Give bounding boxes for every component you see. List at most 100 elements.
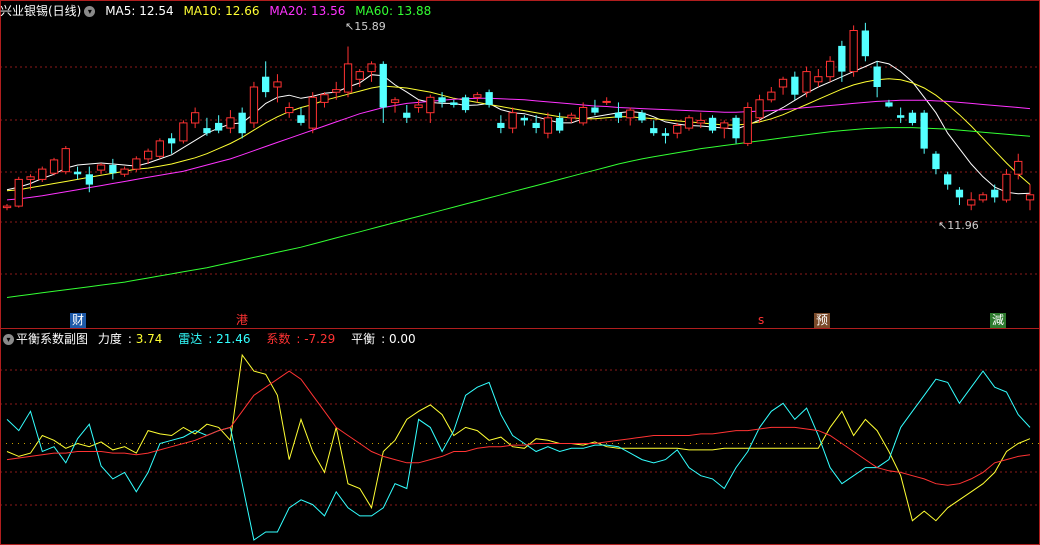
settings-dropdown-icon[interactable]: ▾ [84,6,96,17]
candle [955,187,964,206]
candle-body [414,104,423,109]
candlesticks[interactable] [2,22,1035,211]
chart-canvas[interactable] [0,0,1040,545]
candle [203,117,211,136]
candle [450,99,458,108]
candle [249,81,259,129]
candle [897,107,905,123]
candle [132,156,141,172]
candle-body [579,107,588,124]
candle-body [802,71,811,93]
candle [650,120,658,136]
event-marker-yu[interactable]: 预 [814,313,831,328]
candle-body [226,117,235,129]
candle [908,110,917,126]
candle-body [556,117,564,131]
candle-body [155,140,164,157]
candle-body [755,99,764,119]
candle [262,61,270,98]
candle-body [461,97,470,111]
candle-body [873,66,881,87]
candle [602,97,611,105]
candle [661,128,670,144]
candle [38,166,47,182]
candle-body [355,71,364,80]
candle [579,102,588,126]
candle [991,184,999,203]
candle-body [614,112,623,118]
candle-body [367,63,376,73]
high-price-annotation: ↖15.89 [345,20,386,33]
candle-body [109,165,117,174]
candle [215,115,223,134]
candle [920,110,928,154]
candle [778,76,788,95]
candle-body [26,176,35,180]
candle-body [2,205,12,209]
candle [791,71,799,100]
candle-body [673,125,682,134]
event-marker-gang[interactable]: 港 [234,313,251,328]
candle-body [626,109,635,119]
candle [497,115,505,134]
candle-body [638,112,646,121]
candle [1014,153,1023,180]
subchart-lines [6,353,1031,541]
candle [684,115,694,131]
candle-body [991,189,999,198]
candle-body [567,114,576,119]
candle-body [955,189,964,198]
candle-body [696,119,705,124]
ma10-label: MA10: 12.66 [183,4,260,18]
candle [285,102,294,118]
candle [543,112,553,139]
candle [673,122,682,139]
candle [320,92,329,108]
settings-dropdown-icon[interactable]: ▾ [3,334,14,345]
candle-body [179,122,188,142]
candle [1025,184,1035,211]
candle [591,99,599,116]
candle-body [708,117,717,131]
candle [485,89,493,108]
candle [155,138,164,159]
candle [944,171,952,190]
candle [297,107,305,126]
candle [61,146,70,175]
candle-body [238,112,246,134]
candle [191,107,200,129]
indicator-pingheng: 平衡: 0.00 [351,332,416,346]
event-marker-s[interactable]: s [756,313,767,328]
candle-body [791,76,799,95]
candle-body [908,112,917,123]
candle-body [262,76,270,93]
candle-body [403,112,411,118]
candle-body [438,97,446,103]
event-marker-jian[interactable]: 減 [990,313,1007,328]
candle [49,157,59,176]
candle-body [838,45,846,72]
candle-body [38,168,47,180]
candle [120,166,129,177]
candle [520,115,528,126]
indicator-lidu: 力度: 3.74 [97,332,163,346]
candle-body [814,76,823,83]
candle-body [897,115,905,118]
candle [802,66,811,98]
candle-body [285,107,294,114]
candle [367,61,376,82]
candle-body [320,94,329,103]
subchart-series-line [6,370,1031,486]
indicator-xishu: 系数: -7.29 [266,332,336,346]
candle [14,176,23,208]
candle-body [426,96,435,114]
candle [932,151,940,175]
candle-body [61,148,70,173]
candle-body [520,117,528,121]
event-marker-cai[interactable]: 财 [70,313,87,328]
candle [849,25,858,77]
candle-body [96,164,106,171]
candle [332,81,341,100]
ma60-label: MA60: 13.88 [355,4,432,18]
candle-body [473,94,482,98]
